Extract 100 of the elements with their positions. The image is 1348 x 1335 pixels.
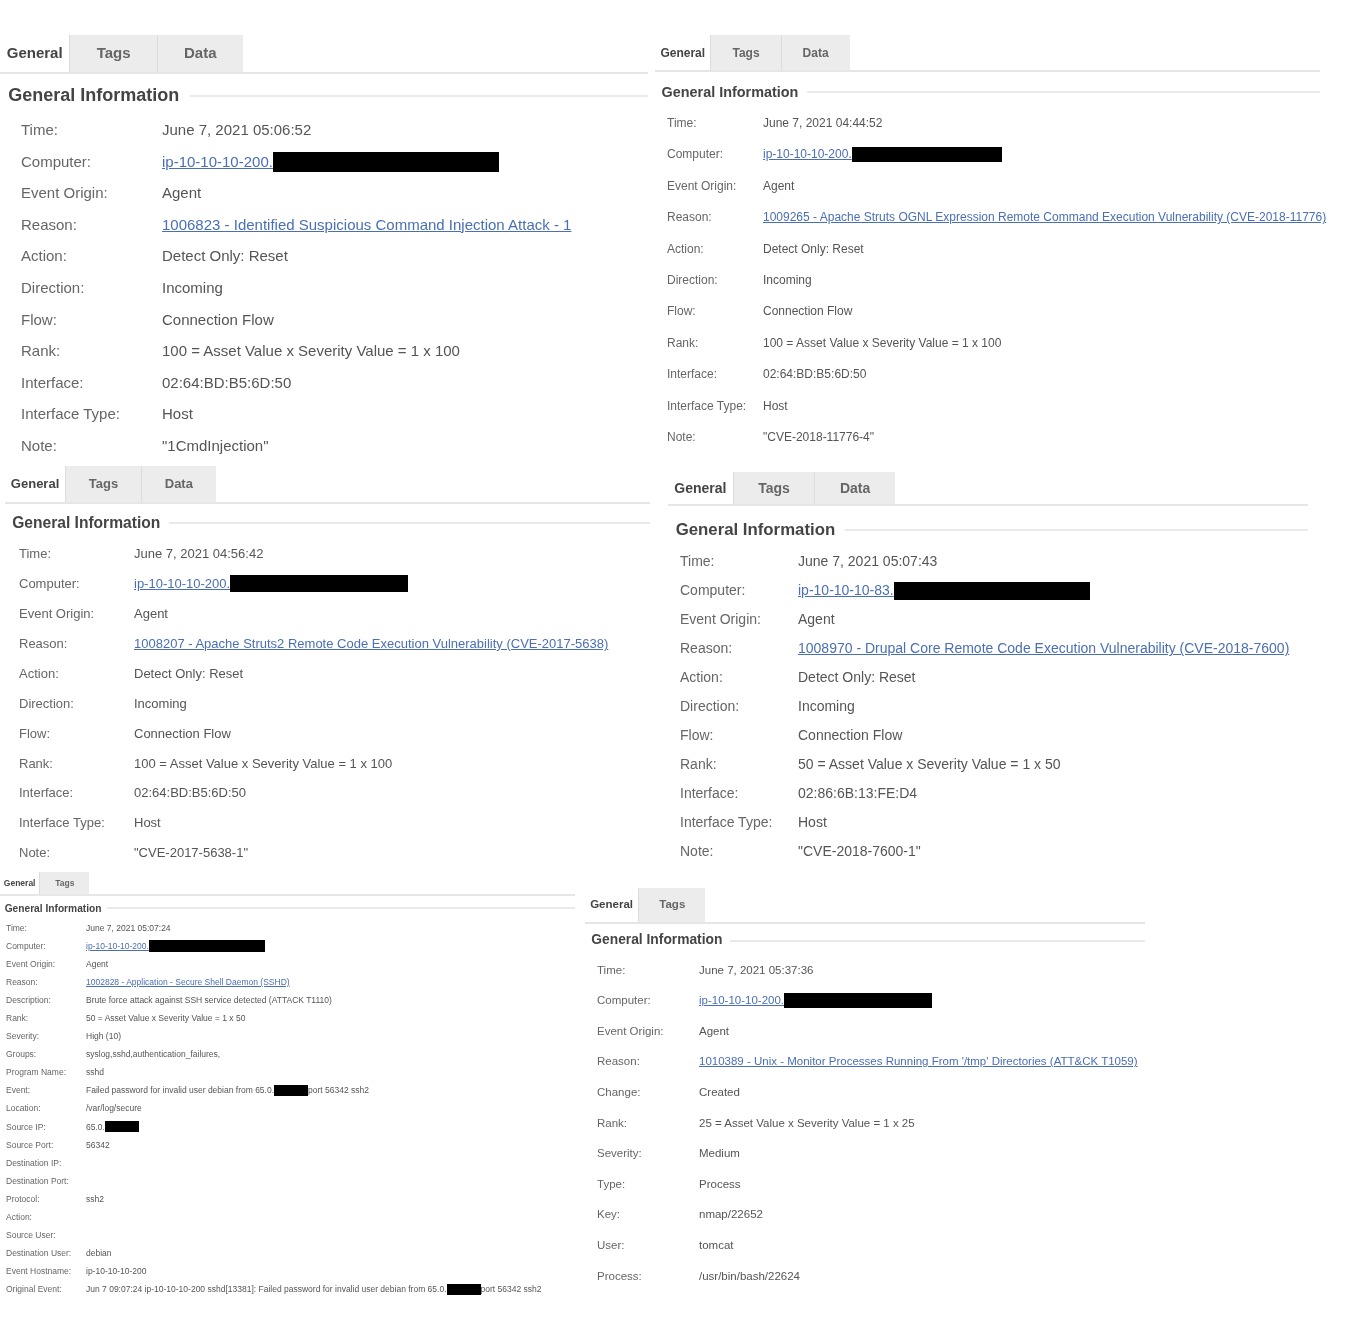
field-label: Key: bbox=[597, 1207, 621, 1223]
field-label: Interface Type: bbox=[19, 814, 106, 833]
field-value: Detect Only: Reset bbox=[798, 668, 916, 688]
field-label: Destination User: bbox=[6, 1247, 73, 1260]
field-label: Computer: bbox=[6, 939, 47, 953]
tab[interactable]: Tags bbox=[710, 35, 781, 70]
field-link[interactable]: ip-10-10-10-83. bbox=[798, 580, 894, 602]
field-value: Created bbox=[699, 1084, 740, 1100]
field-value: Failed password for invalid user debian from 65.0. bbox=[86, 1084, 275, 1098]
redaction-bar bbox=[104, 1121, 139, 1133]
field-value: Host bbox=[763, 397, 788, 415]
field-label: Computer: bbox=[597, 993, 652, 1009]
field-label: Action: bbox=[21, 246, 68, 267]
field-label: User: bbox=[597, 1237, 626, 1253]
field-value: Detect Only: Reset bbox=[162, 246, 288, 267]
field-link[interactable]: 1006823 - Identified Suspicious Command Injection Attack - 1 bbox=[162, 213, 572, 237]
field-label: Rank: bbox=[19, 754, 54, 773]
field-value: sshd bbox=[86, 1066, 104, 1079]
field-value: syslog,sshd,authentication_failures, bbox=[86, 1048, 221, 1061]
field-value: ssh2 bbox=[86, 1192, 104, 1206]
field-link[interactable]: ip-10-10-10-200. bbox=[86, 939, 149, 953]
field-value: "CVE-2018-7600-1" bbox=[798, 842, 921, 862]
field-label: Reason: bbox=[19, 634, 69, 653]
section-heading: General Information bbox=[8, 84, 180, 108]
field-label: Time: bbox=[597, 962, 627, 978]
field-value: Medium bbox=[699, 1146, 740, 1162]
field-label: Source User: bbox=[6, 1229, 57, 1242]
field-label: Source IP: bbox=[6, 1120, 47, 1134]
tab[interactable]: Tags bbox=[732, 472, 815, 505]
field-value: June 7, 2021 05:07:43 bbox=[798, 552, 938, 572]
field-value: tomcat bbox=[699, 1237, 734, 1253]
field-value: port 56342 ssh2 bbox=[480, 1283, 542, 1297]
field-value: Process bbox=[699, 1176, 741, 1192]
field-link[interactable]: 1008207 - Apache Struts2 Remote Code Execution Vulnerability (CVE-2017-5638) bbox=[134, 633, 609, 654]
field-label: Action: bbox=[680, 668, 724, 688]
field-value: Connection Flow bbox=[162, 309, 274, 330]
field-value: 100 = Asset Value x Severity Value = 1 x 100 bbox=[162, 341, 460, 362]
field-value: /usr/bin/bash/22624 bbox=[699, 1268, 801, 1284]
tab[interactable]: Data bbox=[814, 472, 895, 505]
field-value: Agent bbox=[162, 183, 202, 204]
redaction-bar bbox=[274, 1085, 309, 1097]
field-label: Description: bbox=[6, 993, 52, 1007]
field-label: Interface Type: bbox=[21, 404, 121, 425]
field-link[interactable]: 1008970 - Drupal Core Remote Code Execution Vulnerability (CVE-2018-7600) bbox=[798, 638, 1290, 660]
field-label: Flow: bbox=[21, 309, 58, 330]
field-label: Type: bbox=[597, 1176, 627, 1192]
tab[interactable]: Data bbox=[156, 35, 243, 72]
field-link[interactable]: ip-10-10-10-200. bbox=[162, 150, 273, 174]
field-value: 02:64:BD:B5:6D:50 bbox=[763, 366, 867, 384]
tab[interactable]: Tags bbox=[39, 871, 90, 894]
field-label: Computer: bbox=[19, 575, 81, 594]
field-link[interactable]: 1002828 - Application - Secure Shell Daemon (SSHD) bbox=[86, 975, 290, 989]
field-label: Direction: bbox=[680, 697, 741, 717]
field-value: Incoming bbox=[763, 272, 812, 290]
field-label: Event Origin: bbox=[597, 1023, 665, 1039]
field-label: Reason: bbox=[667, 209, 713, 227]
field-label: Event Origin: bbox=[680, 610, 762, 630]
field-value: ip-10-10-10-200 bbox=[86, 1265, 147, 1279]
field-label: Note: bbox=[667, 429, 697, 446]
field-value: Detect Only: Reset bbox=[134, 664, 244, 683]
field-value: Agent bbox=[86, 957, 109, 971]
tab[interactable]: Tags bbox=[638, 887, 706, 922]
field-value: Agent bbox=[763, 177, 795, 195]
field-label: Action: bbox=[667, 240, 705, 258]
field-label: Interface: bbox=[19, 784, 75, 803]
tab[interactable]: Data bbox=[141, 466, 216, 503]
field-value: Agent bbox=[798, 610, 835, 630]
field-link[interactable]: ip-10-10-10-200. bbox=[763, 145, 852, 164]
field-value: Incoming bbox=[162, 278, 223, 298]
field-value: 02:64:BD:B5:6D:50 bbox=[162, 372, 292, 393]
field-label: Note: bbox=[680, 842, 715, 862]
field-value: June 7, 2021 04:44:52 bbox=[763, 115, 883, 133]
field-label: Event Hostname: bbox=[6, 1265, 73, 1279]
section-heading: General Information bbox=[661, 82, 799, 102]
field-value: nmap/22652 bbox=[699, 1207, 763, 1223]
field-link[interactable]: 1009265 - Apache Struts OGNL Expression Remote Command Execution Vulnerability (CVE-2018-11776) bbox=[763, 208, 1327, 227]
field-value: 56342 bbox=[86, 1138, 110, 1152]
field-label: Reason: bbox=[21, 214, 78, 235]
field-label: Note: bbox=[19, 844, 52, 863]
field-label: Interface: bbox=[667, 366, 719, 384]
field-value: debian bbox=[86, 1247, 112, 1260]
tab[interactable]: Tags bbox=[69, 35, 157, 72]
tab[interactable]: Data bbox=[780, 35, 850, 70]
field-value: High (10) bbox=[86, 1030, 121, 1043]
field-label: Protocol: bbox=[6, 1192, 41, 1206]
field-label: Flow: bbox=[680, 726, 715, 746]
field-label: Severity: bbox=[6, 1030, 41, 1043]
field-label: Direction: bbox=[19, 694, 75, 713]
field-value: Detect Only: Reset bbox=[763, 240, 864, 258]
field-label: Event: bbox=[6, 1084, 32, 1098]
field-value: Agent bbox=[699, 1023, 730, 1039]
field-value: Host bbox=[134, 814, 161, 833]
field-label: Note: bbox=[21, 436, 58, 456]
field-link[interactable]: 1010389 - Unix - Monitor Processes Running From '/tmp' Directories (ATT&CK T1059) bbox=[699, 1053, 1138, 1071]
tab[interactable]: Tags bbox=[65, 466, 141, 503]
field-link[interactable]: ip-10-10-10-200. bbox=[134, 574, 231, 594]
section-heading: General Information bbox=[12, 513, 161, 534]
field-label: Interface: bbox=[680, 784, 740, 804]
field-link[interactable]: ip-10-10-10-200. bbox=[699, 992, 785, 1010]
field-label: Program Name: bbox=[6, 1066, 67, 1079]
